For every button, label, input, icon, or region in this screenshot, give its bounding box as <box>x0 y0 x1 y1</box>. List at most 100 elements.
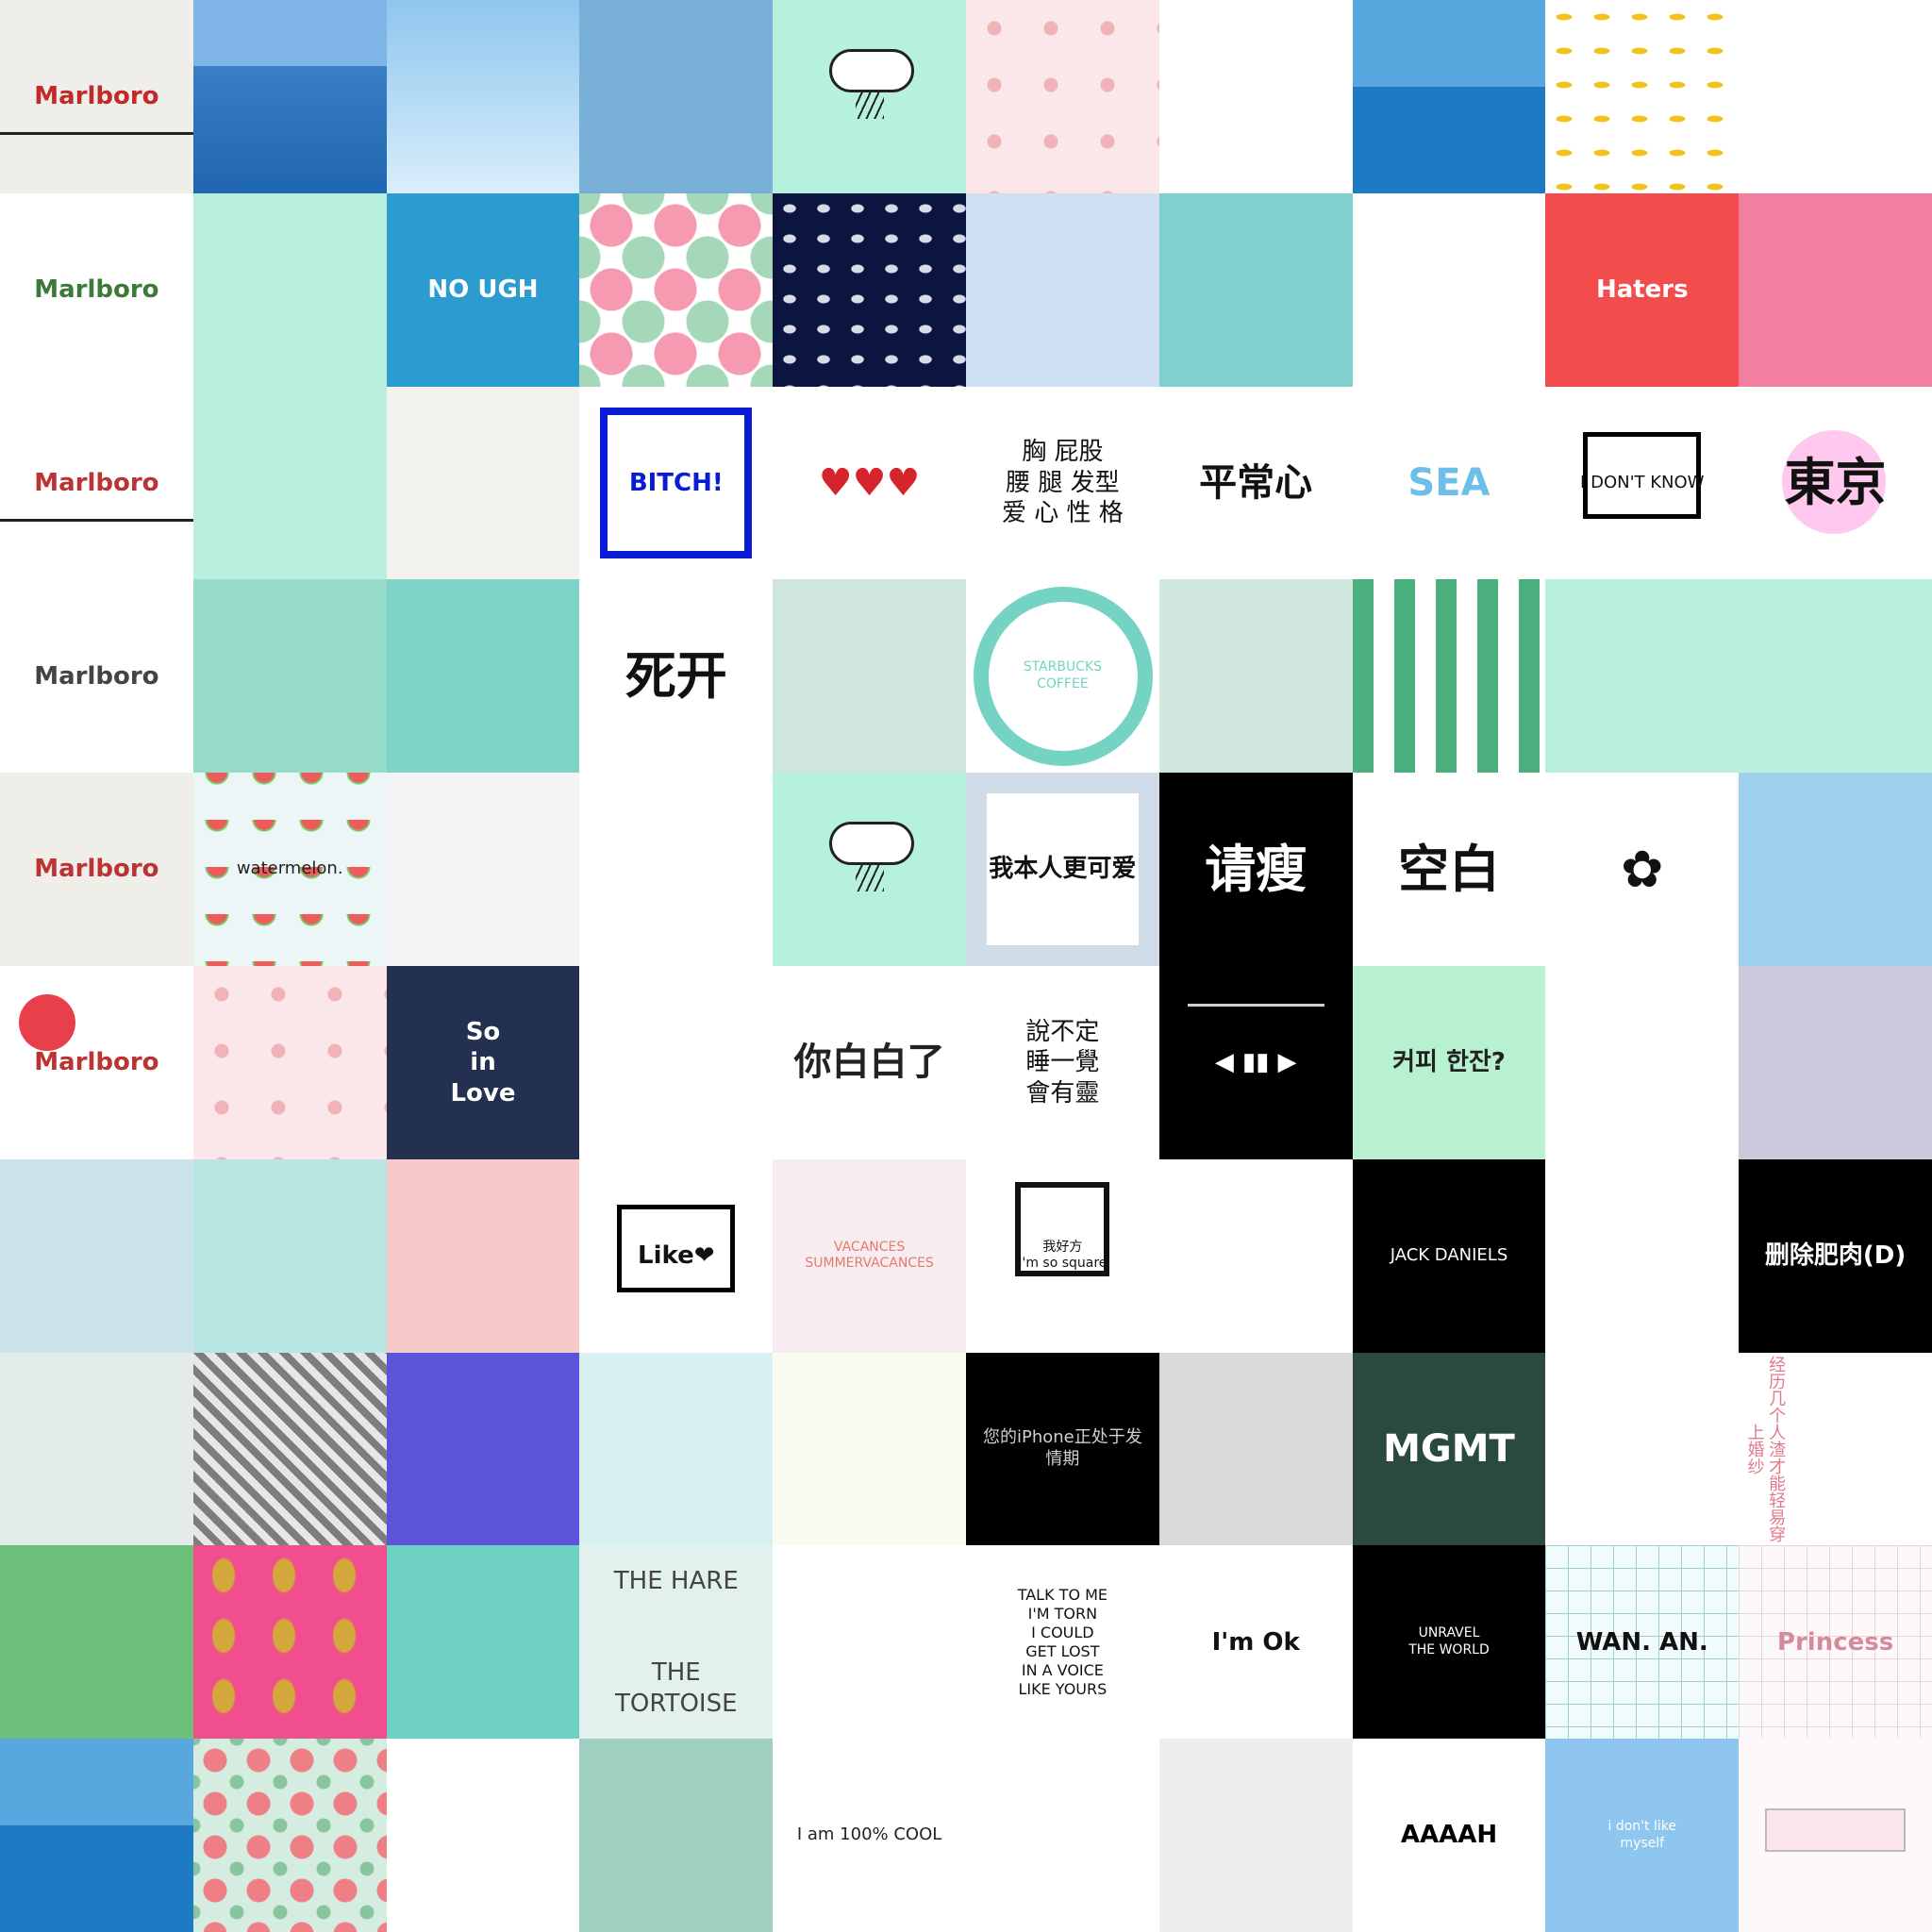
ocean-decoration <box>1352 0 1546 193</box>
tile-dont-like-myself: i don't like myself <box>1545 1739 1740 1932</box>
elephants-decoration <box>773 192 966 387</box>
tile-caption: 删除肥肉(D) <box>1764 1241 1907 1270</box>
tile-caption: 空白 <box>1397 839 1500 899</box>
tile-tiny-flower: ✿ <box>1545 773 1740 966</box>
tile-aaaah: AAAAH <box>1352 1739 1546 1932</box>
tile-purple-pineapple <box>386 1352 580 1546</box>
tile-caption: WAN. AN. <box>1575 1627 1708 1657</box>
tile-flower-border <box>1352 192 1546 387</box>
tile-mint-table <box>773 579 966 774</box>
tile-tom-jerry <box>773 1545 966 1740</box>
cactus-fruit-decoration <box>192 1545 387 1740</box>
tile-sea-brush: SEA <box>1352 386 1546 580</box>
tile-angry-corner <box>1158 1158 1353 1353</box>
tile-marlboro-packs: Marlboro <box>0 0 193 193</box>
tile-triangles <box>386 386 580 580</box>
cloud-decoration <box>829 49 915 92</box>
tile-bitch-box: BITCH! <box>579 386 774 580</box>
tile-caption: 请瘦 <box>1205 839 1307 899</box>
tile-caption: I am 100% COOL <box>796 1824 942 1845</box>
tile-ni-dao-le: 你白白了 <box>773 965 966 1159</box>
tile-caption: 說不定 睡一覺 會有靈 <box>1025 1017 1100 1108</box>
tile-caption: JACK DANIELS <box>1390 1244 1508 1265</box>
tile-marlboro-green-pack: Marlboro <box>0 192 193 387</box>
tile-chinese-text-list: 胸 屁股 腰 腿 发型 爱 心 性 格 <box>965 386 1159 580</box>
tile-banana-pattern <box>1545 0 1740 193</box>
tile-pingchangxin: 平常心 <box>1158 386 1353 580</box>
tile-caption: Marlboro <box>34 82 159 111</box>
tile-pale-blue-pink <box>965 192 1159 387</box>
tile-three-faces <box>192 386 387 580</box>
tile-mint-bag <box>579 1352 774 1546</box>
tile-unravel: UNRAVEL THE WORLD <box>1352 1545 1546 1740</box>
tile-sikai: 死开 <box>579 579 774 774</box>
tile-caption: NO UGH <box>427 275 539 304</box>
tile-caption: VACANCES SUMMERVACANCES <box>805 1239 934 1272</box>
tile-monster-doodles: NO UGH <box>386 192 580 387</box>
tile-marlboro-flowers: Marlboro <box>0 773 193 966</box>
tile-pink-mountains <box>1739 192 1932 387</box>
tile-pink-pattern <box>965 0 1159 193</box>
tile-caption: Like❤ <box>638 1241 715 1270</box>
tile-mint-car <box>1158 579 1353 774</box>
tile-caption: 我好方 I'm so square <box>1018 1239 1108 1272</box>
tile-plain-white <box>1158 0 1353 193</box>
tile-delete-menu: 删除肥肉(D) <box>1739 1158 1932 1353</box>
tile-caption: Marlboro <box>34 275 159 304</box>
tile-blue-skirt-girl <box>773 1352 966 1546</box>
tile-mint-flowers <box>192 579 387 774</box>
tile-square-cube: 我好方 I'm so square <box>965 1158 1159 1353</box>
banana-decoration <box>1545 0 1740 193</box>
tile-ocean-water <box>1352 0 1546 193</box>
tile-girl-bunny-mint <box>192 192 387 387</box>
tile-starbucks-logo: STARBUCKS COFFEE <box>965 579 1159 774</box>
roses-decoration <box>192 1739 387 1932</box>
tile-100-cool: I am 100% COOL <box>773 1739 966 1932</box>
tile-pineapple-pink <box>192 1545 387 1740</box>
tile-pink-bunnies <box>192 965 387 1159</box>
tile-caption: Haters <box>1595 275 1689 304</box>
cloud-decoration <box>829 822 915 866</box>
tile-red-monkey <box>579 773 774 966</box>
tile-caption: STARBUCKS COFFEE <box>1023 659 1103 691</box>
tile-hands-reach <box>1545 965 1740 1159</box>
tile-so-in-love: So in Love <box>386 965 580 1159</box>
tile-princess-grid: Princess <box>1739 1545 1932 1740</box>
tile-caption: Marlboro <box>34 1048 159 1077</box>
tile-talk-to-me: TALK TO ME I'M TORN I COULD GET LOST IN … <box>965 1545 1159 1740</box>
tile-caption: 你白白了 <box>793 1041 945 1085</box>
msg-box-decoration <box>1765 1808 1906 1853</box>
tile-caption: I DON'T KNOW <box>1580 472 1705 492</box>
tile-island-sea <box>0 1739 193 1932</box>
rain-icon <box>856 91 885 119</box>
tile-rain-cloud <box>773 0 966 193</box>
tile-sea-horizon <box>192 0 387 193</box>
tile-bright-flowers <box>386 579 580 774</box>
dots-pink-decoration <box>192 965 387 1159</box>
tile-shuo-bu-ding: 說不定 睡一覺 會有靈 <box>965 965 1159 1159</box>
tile-roses-pattern <box>192 1739 387 1932</box>
tile-caption: 東京 <box>1784 453 1887 513</box>
tile-mint-items <box>579 965 774 1159</box>
tile-sketch-girl-deer <box>386 773 580 966</box>
tile-mgmt: MGMT <box>1352 1352 1546 1546</box>
tile-caption: I'm Ok <box>1211 1627 1300 1657</box>
tile-caption: SEA <box>1407 460 1491 505</box>
tile-jack-daniels: JACK DANIELS <box>1352 1158 1546 1353</box>
tile-sketch-sky <box>0 1352 193 1546</box>
tile-green-stripes <box>1352 579 1546 774</box>
tile-caption: ◀ ▮▮ ▶ <box>1214 1048 1297 1077</box>
rain-icon <box>856 863 885 892</box>
tile-caption: Marlboro <box>34 661 159 691</box>
tile-vertical-chinese: 经历几个人渣才能轻易穿上婚纱 <box>1739 1352 1932 1546</box>
sky-grad-decoration <box>386 0 580 193</box>
tile-wan-an-grid: WAN. AN. <box>1545 1545 1740 1740</box>
tile-like-bubble: Like❤ <box>579 1158 774 1353</box>
tile-caption: 胸 屁股 腰 腿 发型 爱 心 性 格 <box>1001 438 1124 528</box>
tile-cute-card: 我本人更可爱 <box>965 773 1159 966</box>
tile-sketch-street <box>0 1158 193 1353</box>
dots-pink-decoration <box>965 0 1159 193</box>
tile-bunny-doodle <box>965 1739 1159 1932</box>
sea-horizon-decoration <box>192 65 387 193</box>
tile-caption: 平常心 <box>1199 460 1313 505</box>
